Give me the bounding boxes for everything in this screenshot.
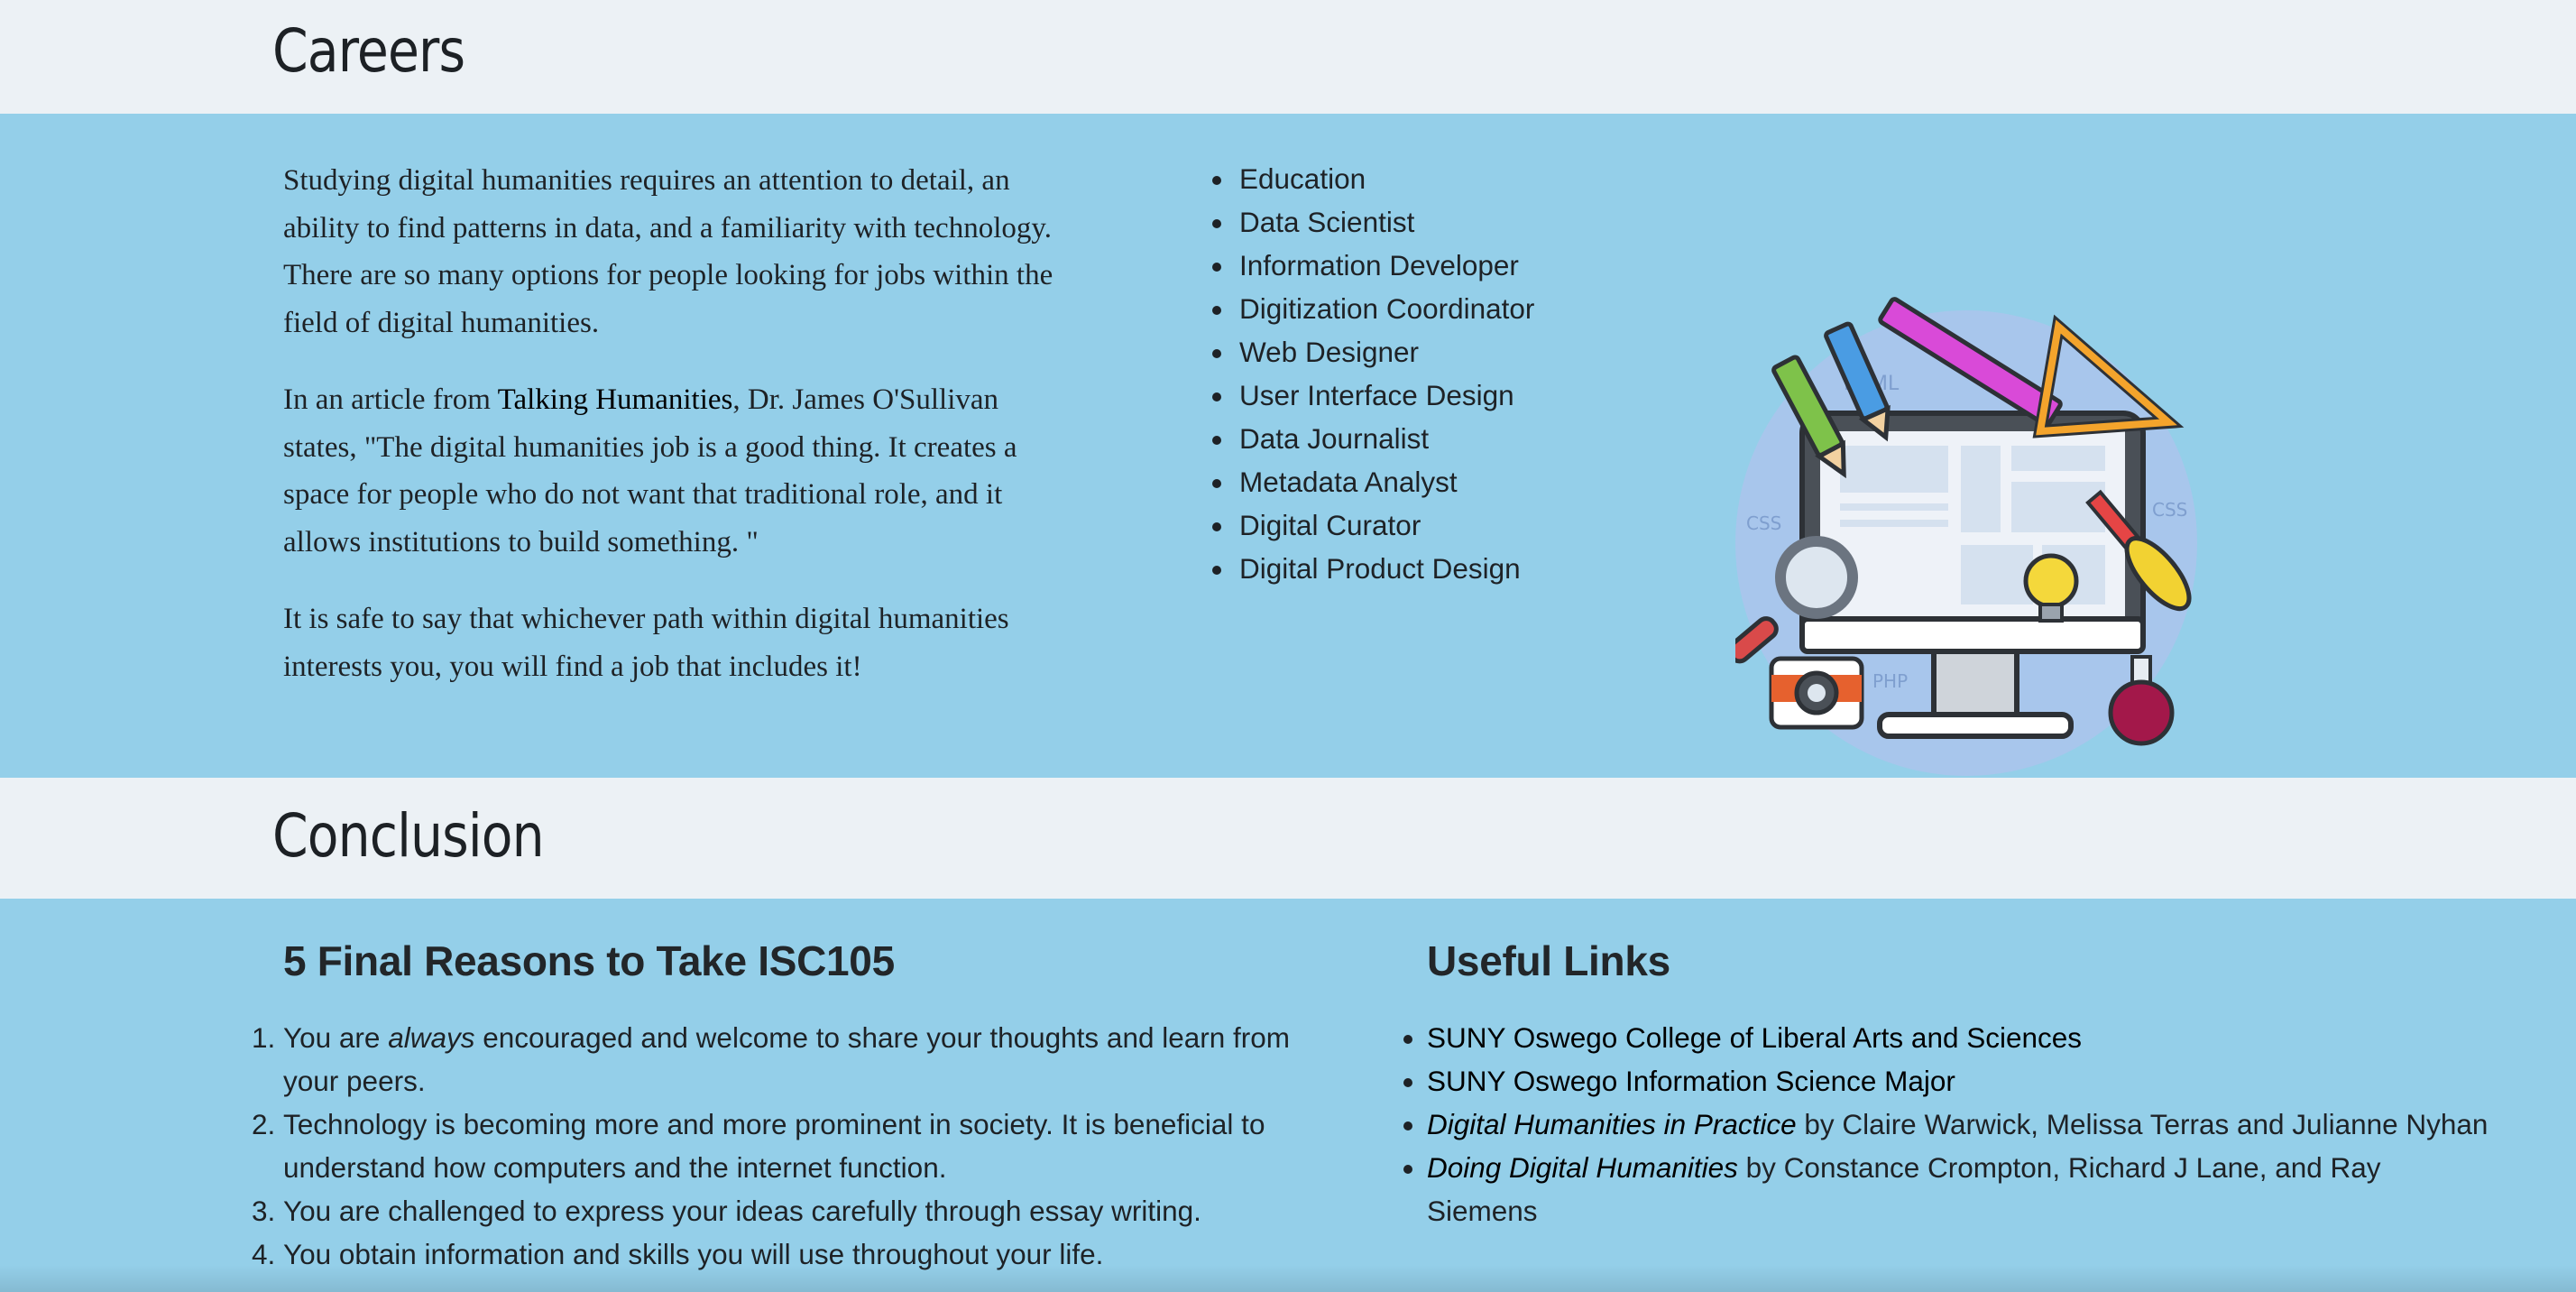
paragraph-2-lead: In an article from <box>283 383 498 416</box>
web-design-illustration-icon: HTML CSS CSS PHP <box>1735 297 2197 776</box>
careers-paragraph-3: It is safe to say that whichever path wi… <box>283 603 1009 683</box>
useful-links-title: Useful Links <box>1427 937 1670 984</box>
book-authors: by Claire Warwick, Melissa Terras and Ju… <box>1796 1108 2489 1140</box>
conclusion-heading: Conclusion <box>272 801 545 871</box>
reason-emphasis: always <box>388 1021 475 1054</box>
list-item: Digital Curator <box>1236 503 1534 547</box>
list-item: SUNY Oswego Information Science Major <box>1427 1059 2491 1103</box>
careers-section-header: Careers <box>0 0 2576 114</box>
php-doodle-label: PHP <box>1872 670 1908 692</box>
list-item: Digital Humanities in Practice by Claire… <box>1427 1103 2491 1146</box>
list-item: Technology is becoming more and more pro… <box>283 1103 1320 1189</box>
list-item: Metadata Analyst <box>1236 460 1534 503</box>
list-item: SUNY Oswego College of Liberal Arts and … <box>1427 1016 2491 1059</box>
reason-text: You are <box>283 1021 389 1054</box>
list-item: You are challenged to express your ideas… <box>283 1189 1320 1232</box>
list-item: Data Journalist <box>1236 417 1534 460</box>
careers-paragraph-1: Studying digital humanities requires an … <box>283 164 1053 339</box>
reasons-title: 5 Final Reasons to Take ISC105 <box>283 937 895 984</box>
css-doodle-label: CSS <box>1746 512 1781 534</box>
list-item: Doing Digital Humanities by Constance Cr… <box>1427 1146 2491 1232</box>
conclusion-section: 5 Final Reasons to Take ISC105 You are a… <box>0 899 2576 1292</box>
list-item: Web Designer <box>1236 330 1534 374</box>
dh-in-practice-link[interactable]: Digital Humanities in Practice <box>1427 1108 1797 1140</box>
suny-oswego-info-science-link[interactable]: SUNY Oswego Information Science Major <box>1427 1065 1955 1097</box>
suny-oswego-las-link[interactable]: SUNY Oswego College of Liberal Arts and … <box>1427 1021 2082 1054</box>
careers-paragraph-2: In an article from Talking Humanities, D… <box>283 376 1077 566</box>
list-item: Information Developer <box>1236 244 1534 287</box>
list-item: Digitization Coordinator <box>1236 287 1534 330</box>
conclusion-section-header: Conclusion <box>0 778 2576 899</box>
list-item: You are always encouraged and welcome to… <box>283 1016 1320 1103</box>
reason-text: You are challenged to express your ideas… <box>283 1195 1201 1227</box>
useful-links-list: SUNY Oswego College of Liberal Arts and … <box>1396 1016 2491 1232</box>
careers-section: Studying digital humanities requires an … <box>0 114 2576 778</box>
list-item: User Interface Design <box>1236 374 1534 417</box>
careers-text: Studying digital humanities requires an … <box>283 157 1077 720</box>
careers-job-list: Education Data Scientist Information Dev… <box>1205 157 1534 590</box>
css-doodle-label: CSS <box>2152 499 2187 521</box>
reasons-list: You are always encouraged and welcome to… <box>240 1016 1320 1276</box>
reason-text: Technology is becoming more and more pro… <box>283 1108 1265 1184</box>
list-item: Data Scientist <box>1236 200 1534 244</box>
list-item: Education <box>1236 157 1534 200</box>
doing-dh-link[interactable]: Doing Digital Humanities <box>1427 1151 1738 1184</box>
careers-heading: Careers <box>272 16 465 86</box>
list-item: Digital Product Design <box>1236 547 1534 590</box>
talking-humanities-link[interactable]: Talking Humanities <box>498 383 733 416</box>
bottom-edge-shadow <box>0 1265 2576 1292</box>
